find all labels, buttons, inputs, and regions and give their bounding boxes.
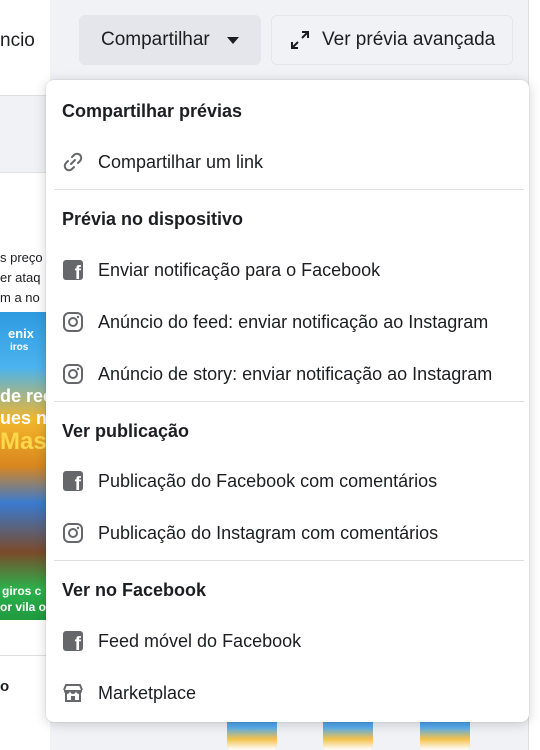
menu-item-marketplace[interactable]: Marketplace	[46, 671, 529, 715]
menu-divider	[54, 401, 524, 402]
menu-item-label: Compartilhar um link	[98, 151, 264, 172]
menu-item-label: Enviar notificação para o Facebook	[98, 259, 381, 280]
right-edge-panel	[528, 0, 540, 750]
menu-item-instagram-feed-notification[interactable]: Anúncio do feed: enviar notificação ao I…	[46, 300, 529, 344]
instagram-icon	[62, 363, 84, 385]
ad-text: de rec	[0, 386, 50, 406]
menu-item-label: Publicação do Instagram com comentários	[98, 522, 439, 543]
ad-text: iros	[10, 342, 29, 353]
menu-divider	[54, 189, 524, 190]
instagram-icon	[62, 522, 84, 544]
ad-text: ues n	[0, 408, 48, 428]
section-title-share-previews: Compartilhar prévias	[62, 101, 243, 121]
ad-text: Mas	[0, 428, 47, 455]
menu-divider	[54, 560, 524, 561]
ad-text: enix	[8, 326, 35, 341]
marketplace-icon	[62, 682, 84, 704]
background-text-line: s preço	[0, 250, 43, 265]
menu-item-label: Publicação do Facebook com comentários	[98, 470, 438, 491]
menu-item-facebook-post-comments[interactable]: f Publicação do Facebook com comentários	[46, 459, 529, 503]
background-text-line: er ataq	[0, 270, 41, 285]
share-button[interactable]: Compartilhar	[79, 15, 261, 65]
facebook-icon: f	[62, 470, 84, 492]
menu-item-facebook-notification[interactable]: f Enviar notificação para o Facebook	[46, 248, 529, 292]
facebook-icon: f	[62, 259, 84, 281]
section-title-view-on-facebook: Ver no Facebook	[62, 580, 207, 600]
caret-down-icon	[227, 37, 239, 44]
menu-item-share-link[interactable]: Compartilhar um link	[46, 140, 529, 184]
background-side-label: o	[0, 678, 10, 695]
menu-item-instagram-post-comments[interactable]: Publicação do Instagram com comentários	[46, 511, 529, 555]
background-divider	[0, 655, 50, 656]
menu-item-instagram-story-notification[interactable]: Anúncio de story: enviar notificação ao …	[46, 352, 529, 396]
background-band	[0, 95, 50, 173]
instagram-icon	[62, 311, 84, 333]
expand-icon	[291, 31, 309, 49]
menu-item-label: Feed móvel do Facebook	[98, 630, 302, 651]
share-button-label: Compartilhar	[101, 29, 210, 50]
link-icon	[62, 151, 84, 173]
menu-item-label: Anúncio do feed: enviar notificação ao I…	[98, 311, 489, 332]
advanced-preview-button[interactable]: Ver prévia avançada	[271, 15, 513, 65]
menu-item-label: Marketplace	[98, 682, 197, 703]
facebook-icon: f	[62, 630, 84, 652]
share-dropdown-menu: Compartilhar prévias Compartilhar um lin…	[46, 80, 529, 722]
ad-preview-image: enix iros de rec ues n Mas giros c or vi…	[0, 312, 50, 620]
background-section-label: ncio	[0, 30, 35, 51]
advanced-preview-label: Ver prévia avançada	[322, 29, 496, 50]
ad-text: or vila o	[0, 600, 47, 614]
background-text-line: m a no	[0, 290, 40, 305]
section-title-view-post: Ver publicação	[62, 421, 190, 441]
menu-item-facebook-mobile-feed[interactable]: f Feed móvel do Facebook	[46, 619, 529, 663]
section-title-device-preview: Prévia no dispositivo	[62, 209, 244, 229]
ad-text: giros c	[2, 584, 42, 598]
menu-item-label: Anúncio de story: enviar notificação ao …	[98, 363, 493, 384]
